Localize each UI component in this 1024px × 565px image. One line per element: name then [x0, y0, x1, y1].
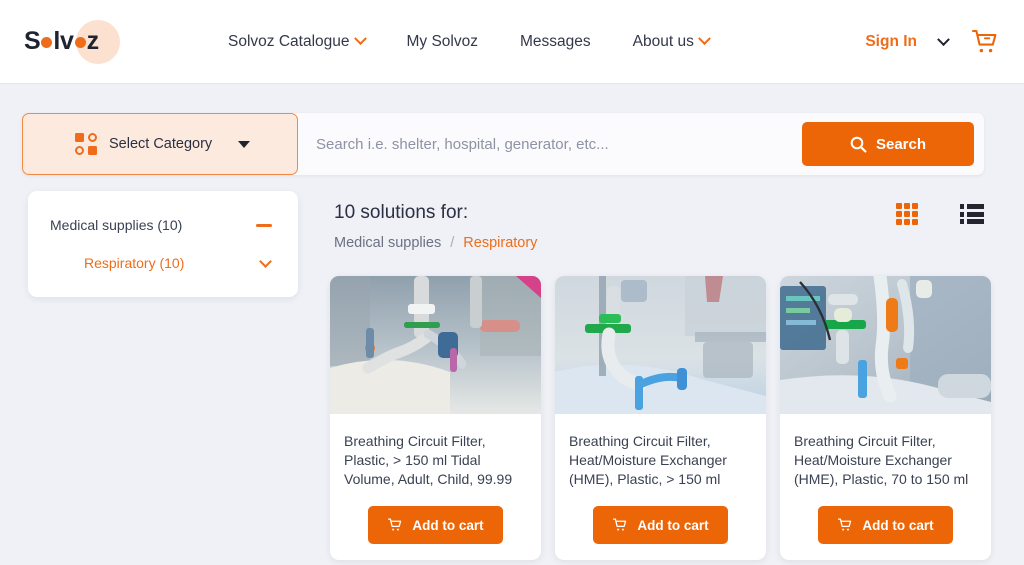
product-title: Breathing Circuit Filter, Heat/Moisture … — [569, 432, 752, 489]
results-header: 10 solutions for: Medical supplies / Res… — [334, 202, 984, 251]
nav-item-label: About us — [633, 33, 694, 51]
shopping-cart-icon — [612, 517, 628, 533]
search-bar: Select Category Search — [22, 113, 984, 175]
logo-part-3: z — [87, 27, 99, 55]
logo-dot-icon-1 — [41, 37, 52, 48]
search-input[interactable] — [298, 113, 802, 175]
filter-label: Medical supplies (10) — [50, 217, 182, 233]
product-card[interactable]: Breathing Circuit Filter, Heat/Moisture … — [780, 276, 991, 560]
sign-in-button[interactable]: Sign In — [865, 33, 917, 51]
account-chevron-down-icon[interactable] — [937, 33, 950, 46]
filter-item-respiratory[interactable]: Respiratory (10) — [50, 255, 276, 271]
logo-part-2: lv — [53, 27, 73, 55]
page-root: Slvz Solvoz Catalogue My Solvoz Messages… — [0, 0, 1024, 565]
results-count-title: 10 solutions for: — [334, 202, 984, 224]
product-image — [780, 276, 991, 414]
nav-item-solvoz-catalogue[interactable]: Solvoz Catalogue — [228, 33, 365, 51]
filter-item-medical-supplies[interactable]: Medical supplies (10) — [50, 217, 276, 233]
view-mode-toggle — [896, 203, 984, 225]
select-category-label: Select Category — [109, 136, 212, 152]
search-button-label: Search — [876, 136, 926, 153]
filter-label: Respiratory (10) — [50, 255, 184, 271]
chevron-down-icon — [354, 32, 367, 45]
nav-item-label: Solvoz Catalogue — [228, 33, 350, 51]
select-category-dropdown[interactable]: Select Category — [22, 113, 298, 175]
breadcrumb-separator: / — [450, 235, 454, 251]
product-grid: Breathing Circuit Filter, Plastic, > 150… — [330, 276, 991, 560]
product-title: Breathing Circuit Filter, Heat/Moisture … — [794, 432, 977, 489]
product-image — [555, 276, 766, 414]
add-to-cart-button[interactable]: Add to cart — [593, 506, 728, 544]
breadcrumb-current[interactable]: Respiratory — [463, 235, 537, 251]
category-filter-panel: Medical supplies (10) Respiratory (10) — [28, 191, 298, 297]
nav-item-about-us[interactable]: About us — [633, 33, 709, 51]
site-header: Slvz Solvoz Catalogue My Solvoz Messages… — [0, 0, 1024, 84]
nav-item-messages[interactable]: Messages — [520, 33, 591, 51]
list-view-icon[interactable] — [960, 204, 984, 224]
grid-view-icon[interactable] — [896, 203, 918, 225]
product-image — [330, 276, 541, 414]
header-actions: Sign In — [865, 0, 1000, 84]
logo-part-1: S — [24, 27, 40, 55]
chevron-down-icon — [259, 255, 272, 268]
nav-item-my-solvoz[interactable]: My Solvoz — [407, 33, 479, 51]
add-to-cart-label: Add to cart — [412, 518, 483, 533]
shopping-cart-icon — [837, 517, 853, 533]
add-to-cart-label: Add to cart — [862, 518, 933, 533]
search-button[interactable]: Search — [802, 122, 974, 166]
product-card[interactable]: Breathing Circuit Filter, Plastic, > 150… — [330, 276, 541, 560]
add-to-cart-label: Add to cart — [637, 518, 708, 533]
breadcrumb-parent[interactable]: Medical supplies — [334, 235, 441, 251]
shopping-cart-icon — [387, 517, 403, 533]
minus-icon — [256, 224, 272, 227]
breadcrumb: Medical supplies / Respiratory — [334, 235, 984, 251]
logo-dot-icon-2 — [75, 37, 86, 48]
search-icon — [850, 136, 867, 153]
shopping-cart-icon[interactable] — [970, 28, 1000, 56]
grid-category-icon — [75, 133, 97, 155]
nav-item-label: My Solvoz — [407, 33, 479, 51]
caret-down-icon — [238, 141, 250, 148]
add-to-cart-button[interactable]: Add to cart — [818, 506, 953, 544]
nav-item-label: Messages — [520, 33, 591, 51]
product-card[interactable]: Breathing Circuit Filter, Heat/Moisture … — [555, 276, 766, 560]
main-nav: Solvoz Catalogue My Solvoz Messages Abou… — [228, 33, 709, 51]
chevron-down-icon — [698, 32, 711, 45]
add-to-cart-button[interactable]: Add to cart — [368, 506, 503, 544]
logo[interactable]: Slvz — [24, 19, 144, 65]
logo-text: Slvz — [24, 27, 99, 56]
product-title: Breathing Circuit Filter, Plastic, > 150… — [344, 432, 527, 489]
